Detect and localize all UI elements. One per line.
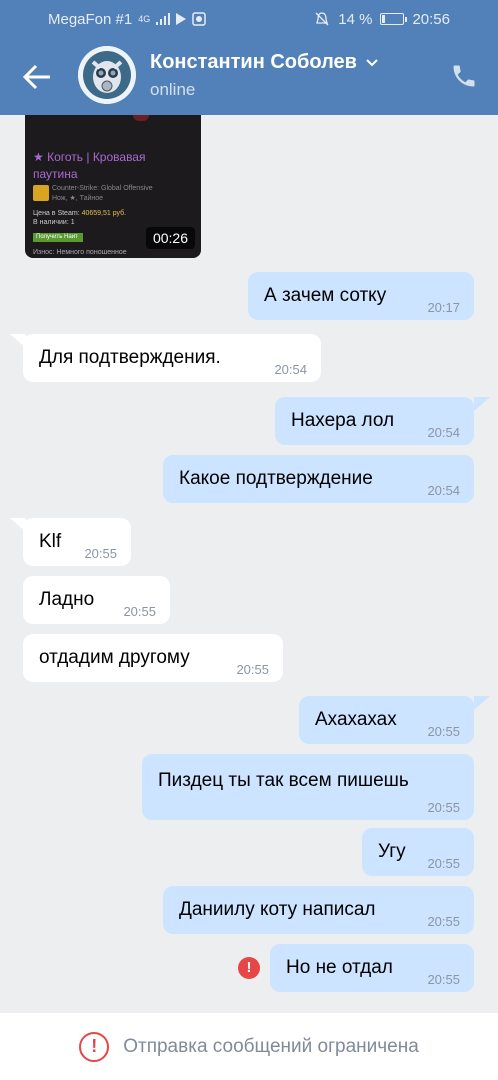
message-time: 20:54	[427, 483, 460, 498]
message-time: 20:55	[84, 546, 117, 561]
back-arrow-icon[interactable]	[22, 62, 54, 92]
video-item-title: ★ Коготь | Кровавая паутина	[33, 150, 146, 181]
message-incoming[interactable]: Ладно 20:55	[23, 576, 170, 624]
message-text: Ахахахах	[315, 709, 397, 730]
message-time: 20:17	[427, 300, 460, 315]
avatar[interactable]	[78, 46, 136, 104]
message-incoming[interactable]: Klf 20:55	[23, 518, 131, 566]
contact-name[interactable]: Константин Соболев	[150, 51, 379, 74]
video-price: Цена в Steam: 40659,51 руб.	[33, 210, 126, 217]
video-duration: 00:26	[145, 227, 195, 249]
message-incoming[interactable]: Для подтверждения. 20:54	[23, 334, 321, 382]
message-outgoing[interactable]: Нахера лол 20:54	[275, 397, 474, 445]
contact-name-label: Константин Соболев	[150, 51, 357, 73]
mute-bell-icon	[314, 11, 330, 27]
status-bar: MegaFon #1 4G 14 % 20:56	[0, 0, 498, 38]
message-text: Угу	[378, 841, 406, 862]
message-time: 20:55	[427, 856, 460, 871]
video-item-type: Нож, ★, Тайное	[52, 195, 104, 202]
message-text: Какое подтверждение	[179, 468, 373, 489]
battery-icon	[380, 13, 408, 25]
message-text: А зачем сотку	[264, 285, 387, 306]
signal-icon	[156, 13, 171, 25]
bubble-tail	[474, 696, 490, 710]
video-game-name: Counter-Strike: Global Offensive	[52, 185, 153, 192]
message-time: 20:54	[274, 362, 307, 377]
message-text: Но не отдал	[286, 957, 393, 978]
message-time: 20:55	[427, 800, 460, 815]
message-text: Для подтверждения.	[39, 347, 221, 368]
message-outgoing[interactable]: Угу 20:55	[362, 828, 474, 876]
message-incoming[interactable]: отдадим другому 20:55	[23, 634, 283, 682]
message-outgoing[interactable]: Даниилу коту написал 20:55	[163, 886, 474, 934]
message-outgoing[interactable]: Ахахахах 20:55	[299, 696, 474, 744]
game-icon	[33, 185, 49, 201]
message-time: 20:55	[123, 604, 156, 619]
message-outgoing[interactable]: А зачем сотку 20:17	[248, 272, 474, 320]
network-label: 4G	[138, 14, 151, 24]
battery-percent: 14 %	[338, 10, 373, 28]
clock: 20:56	[412, 10, 450, 28]
video-attachment[interactable]: ★ Коготь | Кровавая паутина Counter-Stri…	[25, 115, 201, 258]
message-text: отдадим другому	[39, 647, 190, 668]
message-time: 20:55	[427, 914, 460, 929]
video-wear: Износ: Немного поношенное	[33, 249, 127, 256]
message-outgoing[interactable]: Пиздец ты так всем пишешь 20:55	[142, 754, 474, 820]
message-text: Пиздец ты так всем пишешь	[158, 770, 409, 791]
message-text: Klf	[39, 531, 62, 552]
message-outgoing[interactable]: Какое подтверждение 20:54	[163, 455, 474, 503]
message-time: 20:55	[427, 972, 460, 987]
video-price-value: 40659,51 руб.	[81, 210, 127, 217]
send-failed-icon[interactable]: !	[238, 957, 260, 979]
phone-icon[interactable]	[450, 62, 478, 90]
video-stock: В наличии: 1	[33, 219, 75, 226]
message-text: Ладно	[39, 589, 95, 610]
app-notification-icon	[192, 12, 206, 26]
contact-status: online	[150, 80, 196, 99]
message-time: 20:54	[427, 425, 460, 440]
video-get-button: Получить Наит	[33, 233, 83, 242]
message-text: Нахера лол	[291, 410, 395, 431]
play-icon	[176, 13, 187, 25]
bubble-tail	[474, 397, 490, 411]
video-price-label: Цена в Steam:	[33, 210, 80, 217]
carrier-label: MegaFon #1	[48, 10, 133, 28]
chat-header: MegaFon #1 4G 14 % 20:56 Константин Собо…	[0, 0, 498, 115]
video-thumbnail-detail	[133, 115, 149, 121]
warning-icon: !	[79, 1031, 110, 1062]
message-time: 20:55	[427, 724, 460, 739]
messaging-restricted-bar: ! Отправка сообщений ограничена	[0, 1013, 498, 1080]
chevron-down-icon[interactable]	[365, 51, 379, 74]
message-text: Даниилу коту написал	[179, 899, 376, 920]
restricted-notice: Отправка сообщений ограничена	[123, 1035, 419, 1057]
message-time: 20:55	[236, 662, 269, 677]
message-outgoing-failed[interactable]: Но не отдал 20:55	[270, 944, 474, 992]
